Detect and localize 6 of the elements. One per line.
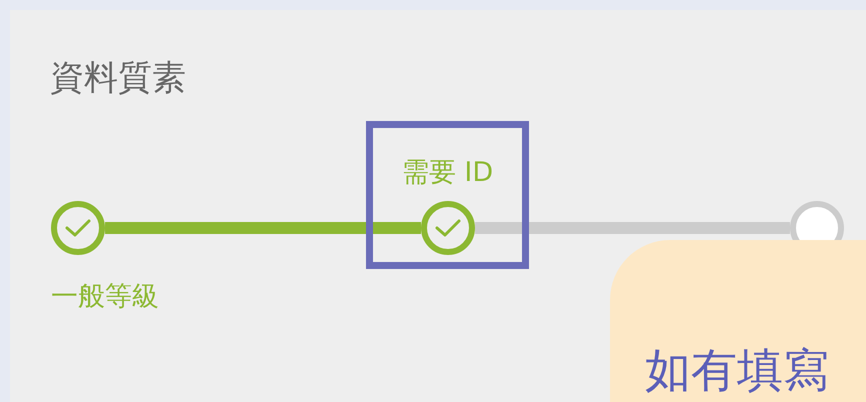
check-icon — [434, 218, 460, 238]
callout-text: 如有填寫 — [645, 342, 829, 398]
step-label: 一般等級 — [51, 280, 159, 314]
section-title: 資料質素 — [50, 58, 186, 98]
step-label: 需要 ID — [402, 156, 494, 190]
check-icon — [65, 218, 91, 238]
